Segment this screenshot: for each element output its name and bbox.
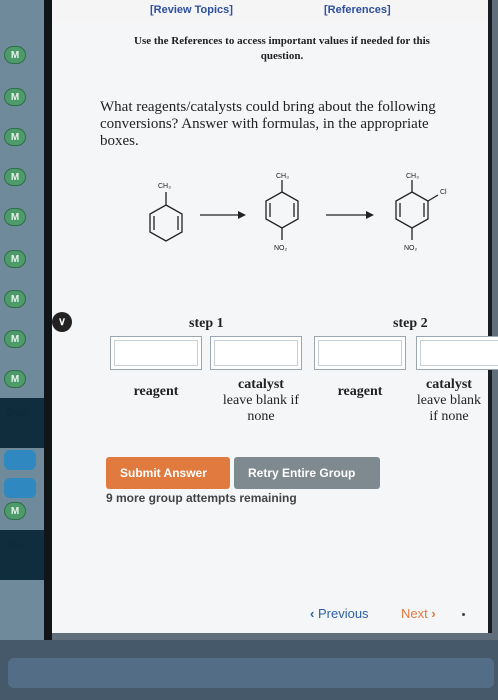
review-topics-link[interactable]: [Review Topics] [150, 4, 233, 16]
previous-label: Previous [317, 606, 369, 621]
decorative-dot [462, 613, 465, 616]
step2-catalyst-input[interactable] [416, 336, 498, 370]
molecule1-ch3-label: CH₃ [158, 183, 171, 190]
next-button[interactable]: Next › [401, 606, 436, 621]
sidebar-badge-2[interactable]: M [4, 88, 26, 106]
step1-label: step 1 [189, 316, 224, 331]
sidebar-badge-10[interactable]: M [4, 502, 26, 520]
sidebar-blue-item-2[interactable] [4, 478, 36, 498]
bottom-bar [8, 658, 494, 688]
molecule3-cl-label: Cl [440, 189, 447, 196]
molecule-toluene [149, 192, 183, 242]
sidebar-blue-item-1[interactable] [4, 450, 36, 470]
sidebar-selected-band-2 [0, 530, 44, 580]
step1-reagent-label: reagent [110, 384, 202, 400]
left-sidebar: M M M M M M M M M 2rec M 2rec [0, 0, 44, 640]
sidebar-badge-7[interactable]: M [4, 290, 26, 308]
molecule2-ch3-label: CH₃ [276, 173, 289, 180]
chevron-right-icon: › [431, 606, 436, 621]
sidebar-badge-6[interactable]: M [4, 250, 26, 268]
sidebar-badge-3[interactable]: M [4, 128, 26, 146]
step2-label: step 2 [393, 316, 428, 331]
sidebar-label-1[interactable]: 2rec [6, 407, 27, 419]
step1-catalyst-input[interactable] [210, 336, 302, 370]
attempts-remaining-text: 9 more group attempts remaining [106, 491, 297, 505]
col2-title: catalyst [238, 377, 284, 392]
submit-answer-button[interactable]: Submit Answer [106, 457, 230, 489]
molecule3-no2-label: NO₂ [404, 245, 418, 252]
top-links-bar: [Review Topics] [References] [52, 0, 488, 22]
step2-reagent-input[interactable] [314, 336, 406, 370]
frame-edge [44, 0, 52, 640]
retry-entire-group-button[interactable]: Retry Entire Group [234, 457, 380, 489]
sidebar-selected-band [0, 398, 44, 448]
col3-title: reagent [337, 384, 383, 399]
sidebar-badge-4[interactable]: M [4, 168, 26, 186]
sidebar-badge-1[interactable]: M [4, 46, 26, 64]
sidebar-badge-5[interactable]: M [4, 208, 26, 226]
reaction-arrow-1 [200, 211, 246, 219]
previous-button[interactable]: ‹ Previous [310, 606, 369, 621]
step2-reagent-label: reagent [314, 384, 406, 400]
next-label: Next [401, 606, 428, 621]
molecule3-ch3-label: CH₃ [406, 173, 419, 180]
question-text: What reagents/catalysts could bring abou… [100, 99, 436, 149]
step1-catalyst-label: catalyst leave blank if none [210, 377, 312, 425]
chevron-left-icon: ‹ [310, 606, 315, 621]
step1-reagent-input[interactable] [110, 336, 202, 370]
molecule2-no2-label: NO₂ [274, 245, 288, 252]
step2-catalyst-label: catalyst leave blank if none [412, 377, 486, 425]
references-link[interactable]: [References] [324, 4, 391, 16]
col4-title: catalyst [426, 377, 472, 392]
reaction-arrow-2 [326, 211, 374, 219]
bottom-band [0, 640, 498, 700]
sidebar-badge-9[interactable]: M [4, 370, 26, 388]
col2-sub: leave blank if none [222, 393, 300, 424]
question-panel: [Review Topics] [References] Use the Ref… [52, 0, 498, 633]
sidebar-badge-8[interactable]: M [4, 330, 26, 348]
col4-sub: leave blank if none [416, 393, 482, 424]
sidebar-label-2[interactable]: 2rec [6, 540, 27, 552]
collapse-chevron-icon[interactable]: ∨ [52, 312, 72, 332]
molecule-chloronitrotoluene [395, 180, 439, 240]
col1-title: reagent [133, 384, 179, 399]
instructions-text: Use the References to access important v… [134, 35, 430, 62]
molecule-nitrotoluene [265, 180, 299, 240]
reaction-scheme: CH₃ CH₃ NO₂ CH₃ Cl NO₂ [149, 173, 447, 252]
